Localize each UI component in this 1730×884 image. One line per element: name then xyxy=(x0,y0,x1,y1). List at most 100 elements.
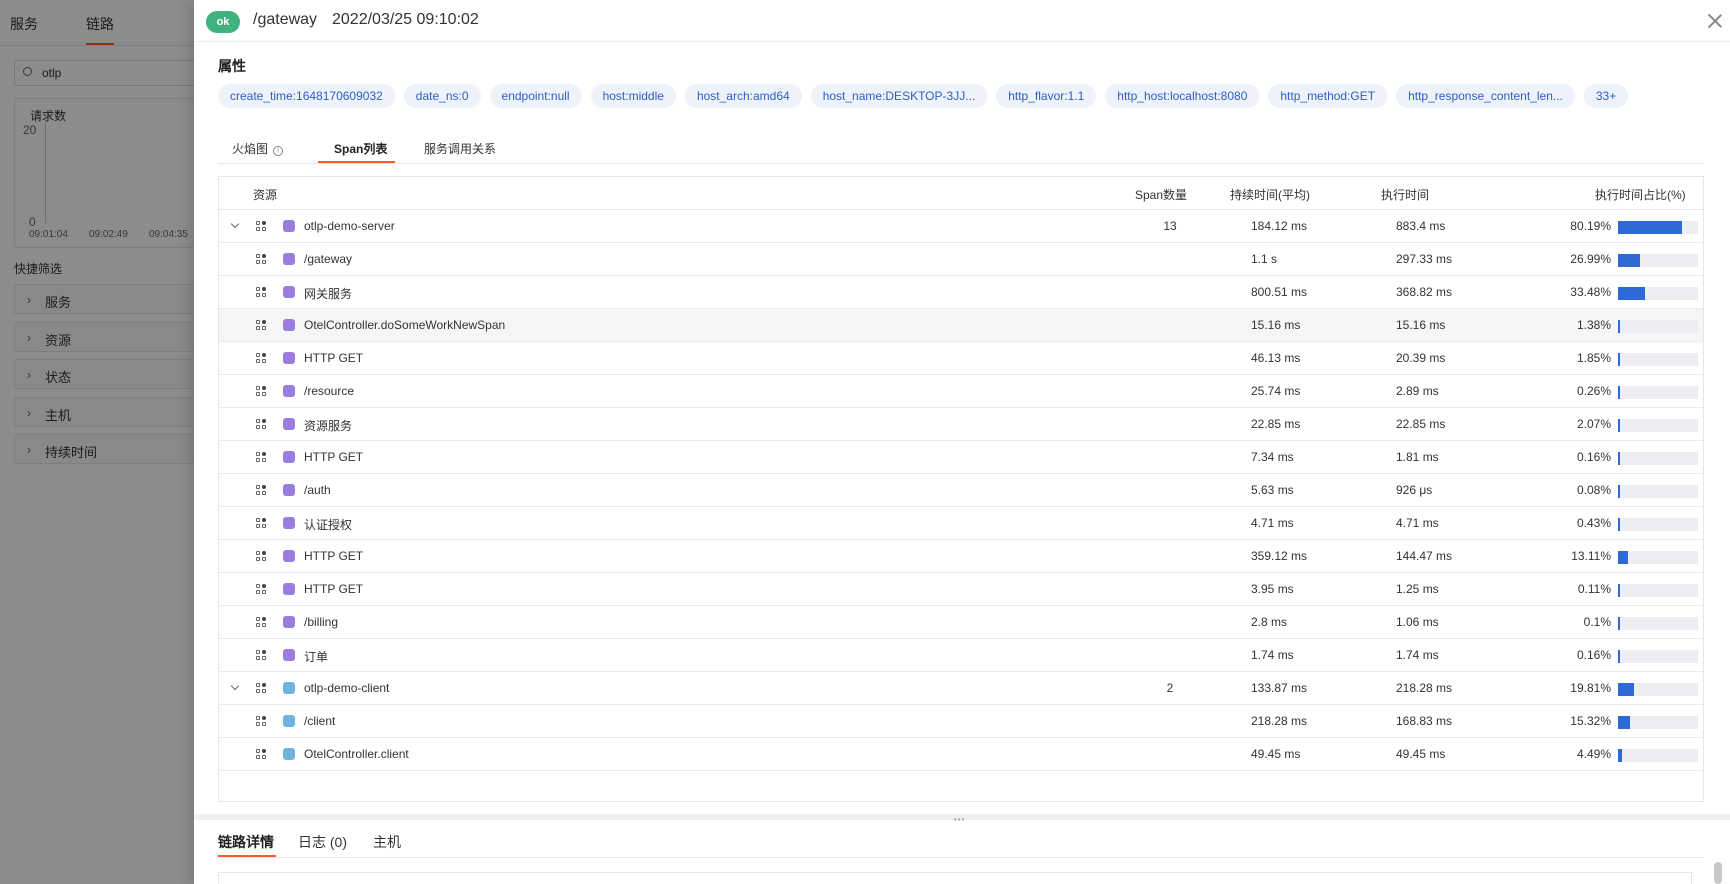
trace-detail-drawer: ok /gateway 2022/03/25 09:10:02 属性 creat… xyxy=(194,0,1730,884)
icon-part xyxy=(256,656,260,660)
resource-name: /gateway xyxy=(304,252,353,266)
exec-time: 20.39 ms xyxy=(1396,351,1446,365)
icon-part xyxy=(262,557,266,561)
exec-time: 883.4 ms xyxy=(1396,219,1446,233)
drag-handle-icon: ••• xyxy=(954,815,966,824)
icon-part xyxy=(256,320,260,324)
exec-pct-bar xyxy=(1618,254,1698,267)
resize-handle[interactable]: ••• xyxy=(194,814,1730,824)
exec-pct-bar-fill xyxy=(1618,518,1620,531)
span-type-icon xyxy=(256,419,268,431)
resource-name: /billing xyxy=(304,615,339,629)
attribute-tag[interactable]: host_name:DESKTOP-3JJ... xyxy=(810,84,988,108)
duration-avg: 3.95 ms xyxy=(1251,582,1294,596)
icon-part xyxy=(256,359,260,363)
duration-avg: 5.63 ms xyxy=(1251,483,1294,497)
attribute-tag[interactable]: http_response_content_len... xyxy=(1396,84,1575,108)
exec-pct-bar xyxy=(1618,320,1698,333)
exec-pct: 80.19% xyxy=(1570,219,1611,233)
icon-part xyxy=(262,524,266,528)
exec-pct: 1.85% xyxy=(1576,351,1611,365)
table-row[interactable]: HTTP GET 46.13 ms 20.39 ms 1.85% xyxy=(219,342,1703,375)
exec-pct-bar-fill xyxy=(1618,749,1622,762)
tab-host[interactable]: 主机 xyxy=(373,832,401,852)
attribute-tag[interactable]: endpoint:null xyxy=(489,84,582,108)
icon-part xyxy=(262,293,266,297)
tab-span-list[interactable]: Span列表 xyxy=(334,140,387,157)
duration-avg: 1.1 s xyxy=(1251,252,1278,266)
resource-name: 订单 xyxy=(304,650,329,664)
detail-tabs: 火焰图 i Span列表 服务调用关系 xyxy=(218,134,1704,164)
exec-pct-bar xyxy=(1618,452,1698,465)
header-resource: 资源 xyxy=(253,188,278,202)
chevron-down-icon[interactable] xyxy=(229,220,241,232)
tab-logs[interactable]: 日志 (0) xyxy=(298,832,347,852)
exec-pct-bar xyxy=(1618,716,1698,729)
exec-pct: 0.16% xyxy=(1576,450,1611,464)
table-row[interactable]: /billing 2.8 ms 1.06 ms 0.1% xyxy=(219,606,1703,639)
service-color-swatch xyxy=(283,583,295,595)
service-row[interactable]: otlp-demo-client 2 133.87 ms 218.28 ms 19.81… xyxy=(219,672,1703,705)
service-color-swatch xyxy=(283,748,295,760)
tab-service-map[interactable]: 服务调用关系 xyxy=(424,140,496,157)
tab-flame-graph[interactable]: 火焰图 i xyxy=(232,140,284,157)
icon-part xyxy=(262,518,266,522)
table-row[interactable]: /resource 25.74 ms 2.89 ms 0.26% xyxy=(219,375,1703,408)
attribute-tag[interactable]: http_method:GET xyxy=(1268,84,1388,108)
span-type-icon xyxy=(256,551,268,563)
tab-trace-detail[interactable]: 链路详情 xyxy=(218,832,274,852)
table-row[interactable]: /gateway 1.1 s 297.33 ms 26.99% xyxy=(219,243,1703,276)
exec-pct-bar xyxy=(1618,650,1698,663)
attribute-tag[interactable]: host:middle xyxy=(590,84,676,108)
icon-part xyxy=(256,452,260,456)
resource-name: 网关服务 xyxy=(304,287,353,301)
icon-part xyxy=(262,254,266,258)
exec-pct: 0.08% xyxy=(1576,483,1611,497)
table-row[interactable]: 订单 1.74 ms 1.74 ms 0.16% xyxy=(219,639,1703,672)
attribute-tag[interactable]: http_host:localhost:8080 xyxy=(1105,84,1260,108)
table-row[interactable]: 资源服务 22.85 ms 22.85 ms 2.07% xyxy=(219,408,1703,441)
chevron-down-icon[interactable] xyxy=(229,682,241,694)
icon-part xyxy=(256,524,260,528)
exec-time: 2.89 ms xyxy=(1396,384,1439,398)
exec-pct-bar xyxy=(1618,287,1698,300)
service-color-swatch xyxy=(283,220,295,232)
table-row[interactable]: OtelController.client 49.45 ms 49.45 ms 4.4… xyxy=(219,738,1703,771)
table-row[interactable]: OtelController.doSomeWorkNewSpan 15.16 ms… xyxy=(219,309,1703,342)
drawer-title: /gateway xyxy=(253,11,318,28)
more-tags-button[interactable]: 33+ xyxy=(1583,84,1629,108)
icon-part xyxy=(256,419,260,423)
service-color-swatch xyxy=(283,319,295,331)
close-icon[interactable] xyxy=(1706,12,1724,30)
exec-time: 49.45 ms xyxy=(1396,747,1446,761)
icon-part xyxy=(262,326,266,330)
icon-part xyxy=(262,716,266,720)
header-exec-time: 执行时间 xyxy=(1381,188,1430,202)
icon-part xyxy=(256,749,260,753)
table-row[interactable]: HTTP GET 3.95 ms 1.25 ms 0.11% xyxy=(219,573,1703,606)
attribute-tag[interactable]: http_flavor:1.1 xyxy=(996,84,1097,108)
table-row[interactable]: 认证授权 4.71 ms 4.71 ms 0.43% xyxy=(219,507,1703,540)
duration-avg: 218.28 ms xyxy=(1251,714,1308,728)
attribute-tag[interactable]: create_time:1648170609032 xyxy=(218,84,395,108)
table-row[interactable]: 网关服务 800.51 ms 368.82 ms 33.48% xyxy=(219,276,1703,309)
exec-pct-bar xyxy=(1618,584,1698,597)
icon-part xyxy=(262,755,266,759)
table-row[interactable]: HTTP GET 359.12 ms 144.47 ms 13.11% xyxy=(219,540,1703,573)
scrollbar[interactable] xyxy=(1714,862,1722,884)
header-duration: 持续时间(平均) xyxy=(1230,188,1310,202)
table-row[interactable]: /auth 5.63 ms 926 μs 0.08% xyxy=(219,474,1703,507)
service-row[interactable]: otlp-demo-server 13 184.12 ms 883.4 ms 80.19… xyxy=(219,210,1703,243)
icon-part xyxy=(256,689,260,693)
exec-time: 168.83 ms xyxy=(1396,714,1453,728)
attribute-tag[interactable]: host_arch:amd64 xyxy=(684,84,802,108)
attribute-tags: create_time:1648170609032 date_ns:0 endpoi… xyxy=(218,84,1637,108)
resource-name: HTTP GET xyxy=(304,450,364,464)
table-row[interactable]: /client 218.28 ms 168.83 ms 15.32% xyxy=(219,705,1703,738)
attribute-tag[interactable]: date_ns:0 xyxy=(403,84,481,108)
table-row[interactable]: HTTP GET 7.34 ms 1.81 ms 0.16% xyxy=(219,441,1703,474)
exec-time: 1.06 ms xyxy=(1396,615,1439,629)
exec-time: 1.25 ms xyxy=(1396,582,1439,596)
exec-time: 926 μs xyxy=(1396,483,1433,497)
span-type-icon xyxy=(256,287,268,299)
